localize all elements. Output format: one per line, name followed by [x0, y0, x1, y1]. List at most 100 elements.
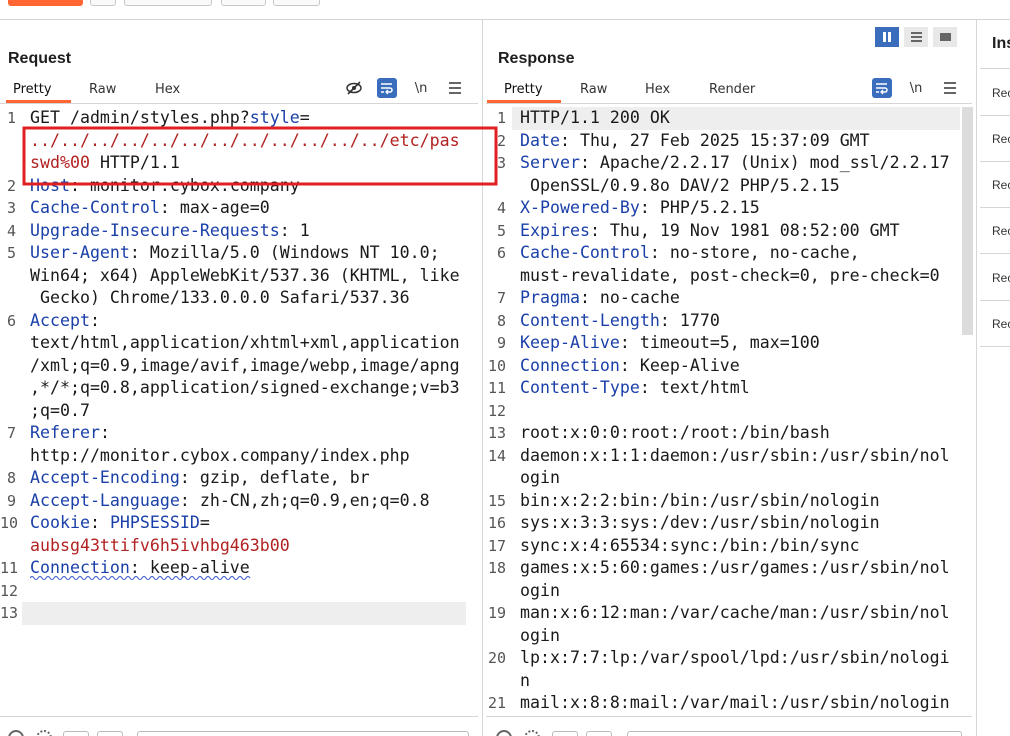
request-line-numbers: 1 2 3 4 5 6 7 8 9 10 11 12 13: [0, 107, 19, 625]
line-number: [484, 467, 506, 490]
code-text: :: [99, 423, 110, 442]
settings-icon[interactable]: [524, 730, 540, 736]
code-line: Gecko) Chrome/133.0.0.0 Safari/537.36: [30, 287, 470, 310]
response-tab-pretty[interactable]: Pretty: [504, 82, 543, 102]
inspector-item[interactable]: Rec: [992, 178, 1010, 192]
code-line: games:x:5:60:games:/usr/games:/usr/sbin/…: [520, 557, 960, 580]
menu-icon[interactable]: [445, 78, 465, 98]
send-button[interactable]: [8, 0, 83, 6]
code-line: aubsg43ttifv6h5ivhbg463b00: [30, 535, 470, 558]
inspector-title-divider: [980, 68, 1010, 69]
code-text: :: [89, 513, 110, 532]
header-name: User-Agent: [30, 243, 130, 262]
code-line: HTTP/1.1 200 OK: [520, 107, 960, 130]
code-text: : no-cache: [579, 288, 680, 307]
line-number: 14: [487, 446, 506, 465]
code-text: : no-store, no-cache,: [649, 243, 860, 262]
line-number: [0, 130, 16, 153]
line-number: 7: [6, 424, 16, 442]
line-number: 10: [0, 514, 19, 532]
code-text: games:x:5:60:games:/usr/games:/usr/sbin/…: [520, 558, 950, 577]
header-name: X-Powered-By: [520, 198, 640, 217]
nav-forward-button[interactable]: [273, 0, 320, 6]
line-number: 2: [496, 131, 506, 150]
inspector-item[interactable]: Rec: [992, 271, 1010, 285]
line-number: 16: [487, 514, 506, 532]
code-line: Referer:: [30, 422, 470, 445]
menu-icon[interactable]: [940, 78, 960, 98]
response-tab-hex[interactable]: Hex: [645, 82, 670, 102]
code-line: must-revalidate, post-check=0, pre-check…: [520, 265, 960, 288]
line-number: 20: [487, 649, 506, 667]
request-tab-raw[interactable]: Raw: [89, 82, 116, 102]
prev-match-button[interactable]: [552, 731, 578, 736]
help-icon[interactable]: [496, 730, 512, 736]
line-number: 12: [487, 401, 506, 420]
code-text: :: [89, 310, 100, 330]
wrap-icon[interactable]: [872, 78, 892, 98]
code-line: Accept-Language: zh-CN,zh;q=0.9,en;q=0.8: [30, 490, 470, 513]
response-editor[interactable]: HTTP/1.1 200 OK Date: Thu, 27 Feb 2025 15…: [520, 107, 960, 716]
line-number: 8: [496, 311, 506, 330]
split-view-icon[interactable]: [875, 27, 899, 47]
line-number: 18: [487, 559, 506, 577]
line-number: 13: [0, 604, 19, 622]
horizontal-view-icon[interactable]: [904, 27, 928, 47]
code-line: Expires: Thu, 19 Nov 1981 08:52:00 GMT: [520, 220, 960, 243]
settings-icon[interactable]: [36, 730, 52, 736]
wrap-icon[interactable]: [377, 78, 397, 98]
code-text: sys:x:3:3:sys:/dev:/usr/sbin/nologin: [520, 513, 880, 532]
header-name: Accept-Language: [30, 490, 180, 510]
nav-back-button[interactable]: [221, 0, 266, 6]
line-number: 11: [487, 379, 506, 397]
inspector-item[interactable]: Rec: [992, 132, 1010, 146]
newline-toggle[interactable]: \n: [906, 78, 926, 98]
inspector-item[interactable]: Rec: [992, 86, 1010, 100]
response-scrollbar[interactable]: [962, 107, 973, 335]
request-tab-hex[interactable]: Hex: [155, 82, 180, 102]
line-number: 11: [0, 559, 19, 577]
settings-button[interactable]: [90, 0, 116, 6]
header-name: Accept: [30, 310, 90, 330]
inspector-item[interactable]: Rec: [992, 317, 1010, 331]
header-name: style: [249, 108, 300, 127]
cancel-button[interactable]: [124, 0, 212, 6]
annotation-box: [22, 126, 498, 186]
line-number: [484, 265, 506, 288]
code-text: : Mozilla/5.0 (Windows NT 10.0;: [129, 243, 440, 262]
single-view-icon[interactable]: [933, 27, 957, 47]
header-name: Content-Type: [520, 378, 640, 397]
line-number: [0, 332, 16, 355]
code-text: : 1: [279, 220, 310, 240]
request-tab-pretty[interactable]: Pretty: [13, 82, 52, 102]
code-line: X-Powered-By: PHP/5.2.15: [520, 197, 960, 220]
newline-toggle[interactable]: \n: [411, 78, 431, 98]
response-tab-render[interactable]: Render: [709, 82, 755, 102]
response-tab-raw[interactable]: Raw: [580, 82, 607, 102]
inspector-item-divider: [980, 253, 1010, 254]
inspector-item-divider: [980, 300, 1010, 301]
request-search-input[interactable]: [137, 731, 469, 736]
response-search-input[interactable]: [627, 731, 962, 736]
inspector-divider[interactable]: [976, 19, 977, 736]
header-name: Content-Length: [520, 310, 660, 330]
line-number: [484, 580, 506, 603]
code-text: root:x:0:0:root:/root:/bin/bash: [520, 423, 830, 442]
eye-off-icon[interactable]: [344, 78, 364, 98]
help-icon[interactable]: [8, 730, 24, 736]
code-text: sync:x:4:65534:sync:/bin:/bin/sync: [520, 535, 860, 555]
code-text: daemon:x:1:1:daemon:/usr/sbin:/usr/sbin/…: [520, 445, 950, 465]
header-name: Server: [520, 153, 580, 172]
header-name: Upgrade-Insecure-Requests: [30, 220, 280, 240]
code-line: Cookie: PHPSESSID=: [30, 512, 470, 535]
inspector-item[interactable]: Rec: [992, 224, 1010, 238]
header-name: Pragma: [520, 288, 580, 307]
header-name: Accept-Encoding: [30, 468, 180, 487]
prev-match-button[interactable]: [63, 731, 89, 736]
next-match-button[interactable]: [97, 731, 123, 736]
line-number: 9: [496, 334, 506, 352]
next-match-button[interactable]: [586, 731, 612, 736]
